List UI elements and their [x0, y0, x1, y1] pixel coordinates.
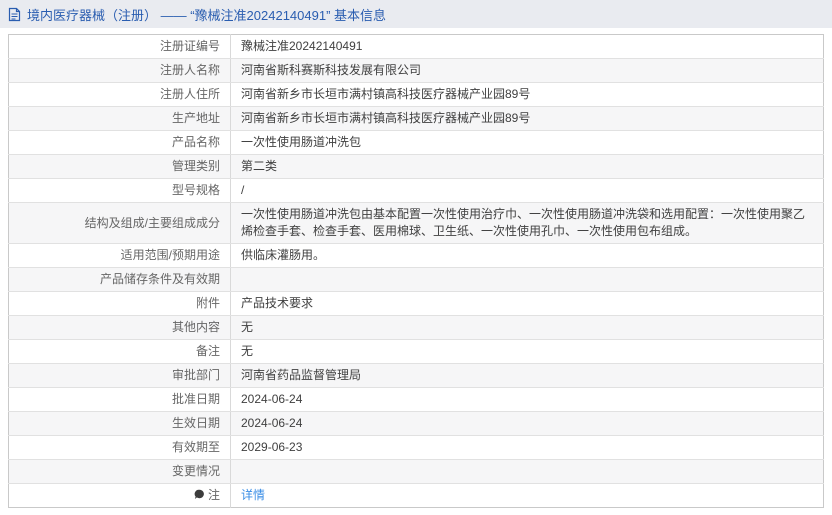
table-row: 管理类别 第二类: [8, 154, 824, 179]
row-label-text: 备注: [195, 344, 220, 358]
row-value: 详情: [231, 484, 824, 508]
row-label-text: 注册人住所: [159, 87, 220, 101]
row-label-text: 型号规格: [171, 183, 220, 197]
row-value: [230, 267, 824, 292]
row-label: 批准日期: [8, 387, 231, 412]
row-label-text: 注册人名称: [159, 63, 220, 77]
row-value: 一次性使用肠道冲洗包: [230, 130, 824, 155]
row-label-text: 生效日期: [171, 416, 220, 430]
table-row: 附件 产品技术要求: [8, 291, 824, 316]
document-icon: [8, 7, 21, 22]
registration-info-table: 注册证编号 豫械注准20242140491 注册人名称 河南省斯科赛斯科技发展有限公司…: [8, 34, 824, 508]
table-row: 产品储存条件及有效期: [8, 267, 824, 292]
registration-info-table-container: 注册证编号 豫械注准20242140491 注册人名称 河南省斯科赛斯科技发展有限公司…: [8, 34, 824, 508]
row-value: 供临床灌肠用。: [230, 243, 824, 268]
table-row: 备注无: [8, 339, 824, 364]
row-label-text: 适用范围/预期用途: [120, 248, 220, 262]
row-value: /: [230, 178, 824, 203]
table-row: 有效期至 2029-06-23: [8, 435, 824, 460]
row-label: 注册人名称: [8, 58, 231, 83]
row-label-text: 有效期至: [171, 440, 220, 454]
row-label: 变更情况: [8, 459, 231, 484]
details-link[interactable]: 详情: [241, 488, 265, 502]
row-label: 有效期至: [8, 435, 231, 460]
row-label: 注册人住所: [8, 82, 231, 107]
row-value: 产品技术要求: [230, 291, 824, 316]
row-label-text: 注: [207, 488, 220, 502]
table-row: 注 详情: [8, 483, 824, 508]
row-label: 审批部门: [8, 363, 231, 388]
row-label-text: 产品名称: [171, 135, 220, 149]
row-value: 一次性使用肠道冲洗包由基本配置一次性使用治疗巾、一次性使用肠道冲洗袋和选用配置：…: [230, 202, 824, 244]
note-icon: [194, 489, 205, 500]
row-label: 型号规格: [8, 178, 231, 203]
row-value: 2024-06-24: [230, 411, 824, 436]
row-label-text: 变更情况: [171, 464, 220, 478]
info-table-body: 注册证编号 豫械注准20242140491 注册人名称 河南省斯科赛斯科技发展有限公司…: [8, 34, 824, 508]
table-row: 批准日期 2024-06-24: [8, 387, 824, 412]
page-header: 境内医疗器械（注册） —— “豫械注准20242140491” 基本信息: [0, 0, 832, 28]
row-label-text: 产品储存条件及有效期: [99, 272, 220, 286]
row-label-text: 结构及组成/主要组成成分: [84, 215, 220, 230]
row-label-text: 批准日期: [171, 392, 220, 406]
row-value: 2029-06-23: [230, 435, 824, 460]
row-label: 注册证编号: [8, 34, 231, 59]
row-label: 产品名称: [8, 130, 231, 155]
table-row: 适用范围/预期用途 供临床灌肠用。: [8, 243, 824, 268]
row-label: 注: [8, 483, 231, 508]
row-label: 备注: [8, 339, 231, 364]
table-row: 注册证编号 豫械注准20242140491: [8, 34, 824, 59]
row-label: 结构及组成/主要组成成分: [8, 202, 231, 244]
table-row: 其他内容无: [8, 315, 824, 340]
table-row: 注册人住所 河南省新乡市长垣市满村镇高科技医疗器械产业园89号: [8, 82, 824, 107]
row-value: 河南省新乡市长垣市满村镇高科技医疗器械产业园89号: [230, 82, 824, 107]
page-title: 境内医疗器械（注册） —— “豫械注准20242140491” 基本信息: [27, 7, 387, 23]
table-row: 注册人名称 河南省斯科赛斯科技发展有限公司: [8, 58, 824, 83]
table-row: 生产地址 河南省新乡市长垣市满村镇高科技医疗器械产业园89号: [8, 106, 824, 131]
row-value: 河南省新乡市长垣市满村镇高科技医疗器械产业园89号: [230, 106, 824, 131]
row-label: 其他内容: [8, 315, 231, 340]
row-value: 河南省药品监督管理局: [230, 363, 824, 388]
row-label: 生产地址: [8, 106, 231, 131]
row-label: 产品储存条件及有效期: [8, 267, 231, 292]
row-label-text: 其他内容: [171, 320, 220, 334]
row-value: [230, 459, 824, 484]
row-label: 适用范围/预期用途: [8, 243, 231, 268]
row-value: 无: [230, 339, 824, 364]
table-row: 产品名称 一次性使用肠道冲洗包: [8, 130, 824, 155]
row-label-text: 审批部门: [171, 368, 220, 382]
table-row: 审批部门 河南省药品监督管理局: [8, 363, 824, 388]
row-value: 2024-06-24: [230, 387, 824, 412]
table-row: 生效日期 2024-06-24: [8, 411, 824, 436]
table-row: 结构及组成/主要组成成分 一次性使用肠道冲洗包由基本配置一次性使用治疗巾、一次性使…: [8, 202, 824, 244]
row-value: 第二类: [230, 154, 824, 179]
row-label: 生效日期: [8, 411, 231, 436]
row-label-text: 附件: [195, 296, 220, 310]
row-value: 无: [230, 315, 824, 340]
row-label-text: 注册证编号: [159, 39, 220, 53]
row-value: 河南省斯科赛斯科技发展有限公司: [230, 58, 824, 83]
row-label: 管理类别: [8, 154, 231, 179]
row-value: 豫械注准20242140491: [230, 34, 824, 59]
table-row: 变更情况: [8, 459, 824, 484]
row-label-text: 生产地址: [171, 111, 220, 125]
row-label-text: 管理类别: [171, 159, 220, 173]
row-label: 附件: [8, 291, 231, 316]
table-row: 型号规格 /: [8, 178, 824, 203]
